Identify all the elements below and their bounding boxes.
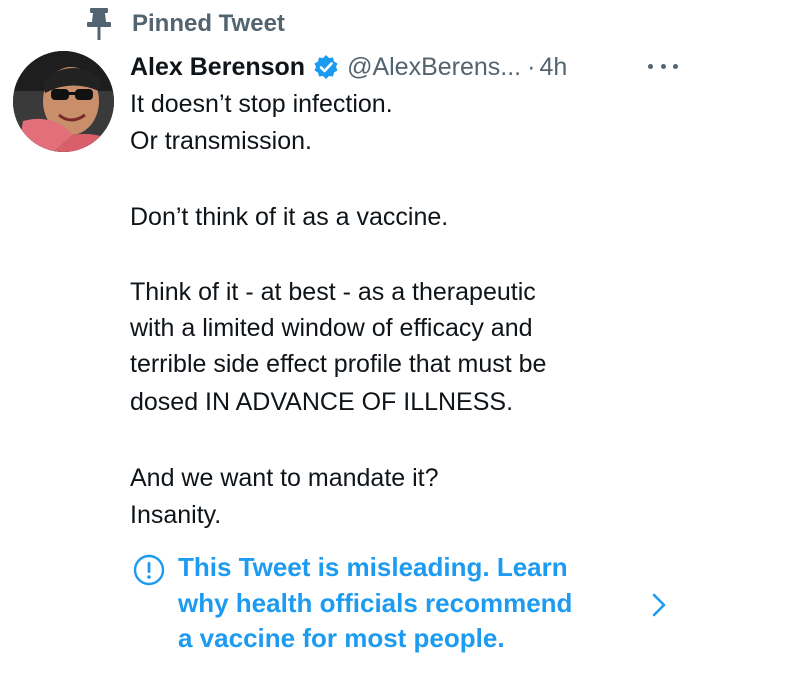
pinned-label: Pinned Tweet (132, 10, 285, 37)
tweet-text-line: Or transmission. (130, 127, 312, 155)
misleading-notice-link[interactable]: This Tweet is misleading. Learn why heal… (130, 548, 690, 658)
avatar[interactable] (13, 51, 114, 152)
notice-text-line: This Tweet is misleading. Learn (178, 552, 568, 582)
tweet-timestamp[interactable]: 4h (539, 53, 567, 82)
notice-text-line: why health officials recommend (178, 588, 573, 618)
tweet-text-line: terrible side effect profile that must b… (130, 350, 547, 378)
pinned-indicator: Pinned Tweet (84, 6, 285, 42)
tweet-text-line: Insanity. (130, 501, 222, 529)
tweet-text-line: And we want to mandate it? (130, 464, 439, 492)
tweet-text-line: dosed IN ADVANCE OF ILLNESS. (130, 388, 514, 416)
tweet-text-line: It doesn’t stop infection. (130, 90, 393, 118)
more-dot (660, 63, 666, 69)
pin-icon (84, 6, 114, 42)
author-handle[interactable]: @AlexBerens... (347, 53, 521, 82)
author-name[interactable]: Alex Berenson (130, 53, 305, 82)
header-separator: · (527, 52, 536, 81)
tweet-text-line: Don’t think of it as a vaccine. (130, 203, 449, 231)
tweet-header: Alex Berenson @AlexBerens... · 4h (130, 48, 567, 86)
notice-text-line: a vaccine for most people. (178, 623, 505, 653)
more-options-icon[interactable] (648, 56, 678, 76)
exclamation-circle-icon (133, 554, 165, 586)
verified-badge-icon (313, 54, 339, 80)
tweet-text-line: with a limited window of efficacy and (130, 314, 533, 342)
chevron-right-icon (649, 592, 669, 618)
more-dot (648, 63, 653, 69)
more-dot (673, 63, 678, 69)
tweet-text-line: Think of it - at best - as a therapeutic (130, 278, 536, 306)
